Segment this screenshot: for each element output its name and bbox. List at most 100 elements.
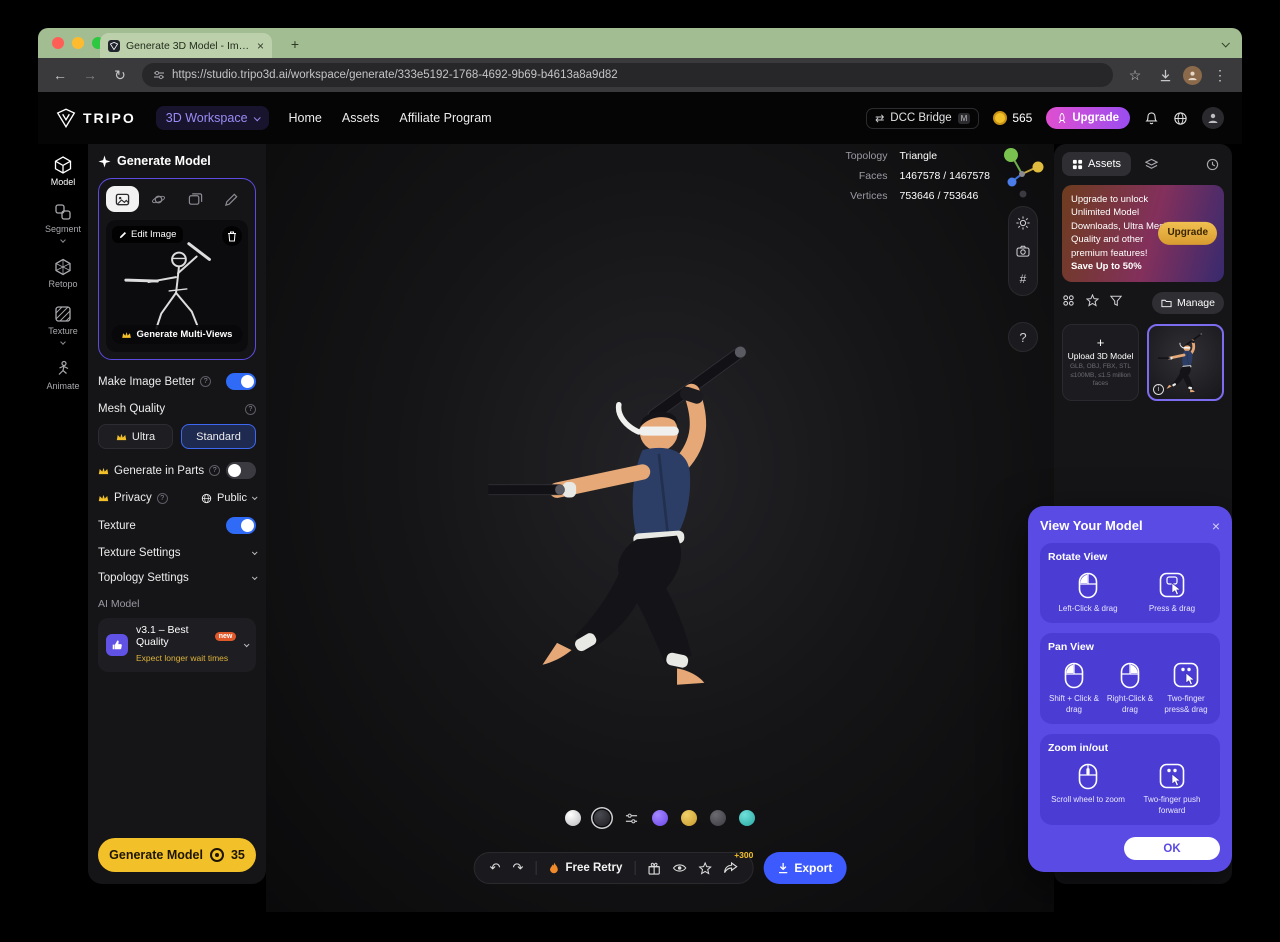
divider bbox=[535, 861, 536, 875]
tab-favicon-icon bbox=[108, 40, 120, 52]
grid-toggle-button[interactable]: # bbox=[1020, 272, 1027, 286]
input-image-preview[interactable]: Edit Image Generate Multi-Views bbox=[106, 220, 248, 352]
tab-assets-label: Assets bbox=[1088, 158, 1121, 170]
layers-icon bbox=[1145, 158, 1158, 171]
edit-image-button[interactable]: Edit Image bbox=[112, 226, 183, 243]
rail-item-texture[interactable]: Texture bbox=[40, 305, 86, 344]
user-avatar[interactable] bbox=[1202, 107, 1224, 129]
share-button[interactable]: +300 bbox=[723, 862, 737, 875]
nav-home[interactable]: Home bbox=[289, 111, 322, 125]
help-button[interactable]: ? bbox=[1008, 322, 1038, 352]
tab-close-icon[interactable]: × bbox=[257, 40, 264, 52]
topology-settings-row[interactable]: Topology Settings bbox=[98, 572, 256, 584]
downloads-button[interactable] bbox=[1153, 63, 1177, 87]
refresh-button[interactable]: ↻ bbox=[108, 63, 132, 87]
close-icon[interactable]: × bbox=[1212, 519, 1220, 533]
texture-settings-row[interactable]: Texture Settings bbox=[98, 547, 256, 559]
back-button[interactable]: ← bbox=[48, 63, 72, 87]
mode-tab-draw[interactable] bbox=[216, 186, 249, 212]
rail-item-retopo[interactable]: Retopo bbox=[40, 258, 86, 289]
texture-toggle[interactable] bbox=[226, 517, 256, 534]
redo-button[interactable]: ↷ bbox=[513, 860, 524, 876]
upgrade-button[interactable]: Upgrade bbox=[1046, 107, 1130, 129]
orientation-gizmo[interactable] bbox=[996, 144, 1048, 205]
ai-model-select[interactable]: v3.1 – Best Quality new Expect longer wa… bbox=[98, 618, 256, 672]
forward-button[interactable]: → bbox=[78, 63, 102, 87]
mode-tab-image[interactable] bbox=[106, 186, 139, 212]
new-tab-button[interactable]: + bbox=[286, 35, 304, 53]
credits-value: 565 bbox=[1012, 111, 1032, 125]
material-settings-button[interactable] bbox=[623, 810, 639, 826]
tab-assets[interactable]: Assets bbox=[1062, 152, 1131, 176]
mode-tab-multi-image[interactable] bbox=[179, 186, 212, 212]
ok-button[interactable]: OK bbox=[1124, 837, 1220, 860]
screenshot-camera-button[interactable] bbox=[1016, 245, 1030, 257]
multi-image-icon bbox=[188, 192, 203, 207]
tab-layers[interactable] bbox=[1139, 152, 1163, 176]
favorites-filter-button[interactable] bbox=[1086, 294, 1099, 312]
hint-label: Press & drag bbox=[1149, 604, 1195, 614]
quality-standard-button[interactable]: Standard bbox=[181, 424, 256, 449]
quality-ultra-button[interactable]: Ultra bbox=[98, 424, 173, 449]
generate-in-parts-toggle[interactable] bbox=[226, 462, 256, 479]
asset-model-card-selected[interactable]: i bbox=[1147, 324, 1224, 401]
minimize-window-button[interactable] bbox=[72, 37, 84, 49]
rail-item-animate[interactable]: Animate bbox=[40, 360, 86, 391]
environment-settings-button[interactable] bbox=[1016, 216, 1030, 230]
material-teal-sphere[interactable] bbox=[739, 810, 755, 826]
mouse-shift-click-icon bbox=[1064, 660, 1084, 690]
generate-in-parts-row: Generate in Parts ? bbox=[98, 462, 256, 479]
material-gold-sphere[interactable] bbox=[681, 810, 697, 826]
browser-tabbar: Generate 3D Model - Image a × + bbox=[38, 28, 1242, 58]
tab-search-button[interactable] bbox=[1217, 36, 1232, 51]
rail-item-model[interactable]: Model bbox=[40, 156, 86, 187]
workspace-switcher[interactable]: 3D Workspace bbox=[156, 106, 269, 130]
filter-funnel-button[interactable] bbox=[1110, 294, 1122, 312]
gift-button[interactable] bbox=[647, 862, 660, 875]
model-render[interactable] bbox=[488, 312, 818, 717]
browser-menu-button[interactable]: ⋮ bbox=[1208, 63, 1232, 87]
tripo-logo[interactable]: TRIPO bbox=[56, 108, 136, 128]
make-image-better-toggle[interactable] bbox=[226, 373, 256, 390]
generate-model-button[interactable]: Generate Model 35 bbox=[98, 838, 256, 872]
undo-button[interactable]: ↶ bbox=[490, 860, 501, 876]
view-grid-button[interactable] bbox=[1062, 294, 1075, 312]
info-icon[interactable]: i bbox=[1153, 384, 1164, 395]
delete-image-button[interactable] bbox=[222, 226, 242, 246]
manage-button[interactable]: Manage bbox=[1152, 292, 1224, 314]
chevron-down-icon bbox=[252, 549, 258, 555]
browser-profile-avatar[interactable] bbox=[1183, 66, 1202, 85]
crown-icon bbox=[122, 331, 132, 339]
generate-cost: 35 bbox=[231, 848, 245, 862]
privacy-select[interactable]: Public bbox=[201, 492, 256, 504]
material-dark-sphere-selected[interactable] bbox=[594, 810, 610, 826]
dcc-bridge-button[interactable]: ⇄ DCC Bridge M bbox=[866, 108, 979, 129]
coin-icon bbox=[210, 848, 224, 862]
nav-assets[interactable]: Assets bbox=[342, 111, 380, 125]
notifications-bell-icon[interactable] bbox=[1144, 111, 1159, 126]
generate-multiviews-button[interactable]: Generate Multi-Views bbox=[112, 325, 243, 344]
viewport-3d[interactable]: Topology Triangle Faces 1467578 / 146757… bbox=[266, 144, 1054, 912]
credits-balance[interactable]: 565 bbox=[993, 111, 1032, 125]
mesh-stats: Topology Triangle Faces 1467578 / 146757… bbox=[845, 150, 990, 202]
tab-history[interactable] bbox=[1200, 152, 1224, 176]
address-bar[interactable]: https://studio.tripo3d.ai/workspace/gene… bbox=[142, 63, 1113, 87]
material-purple-sphere[interactable] bbox=[652, 810, 668, 826]
history-clock-icon bbox=[1206, 158, 1219, 171]
language-globe-icon[interactable] bbox=[1173, 111, 1188, 126]
material-white-sphere[interactable] bbox=[565, 810, 581, 826]
favorite-star-button[interactable] bbox=[698, 862, 711, 875]
rail-item-segment[interactable]: Segment bbox=[40, 203, 86, 242]
export-button[interactable]: Export bbox=[763, 852, 846, 884]
browser-tab[interactable]: Generate 3D Model - Image a × bbox=[100, 33, 272, 58]
banner-upgrade-button[interactable]: Upgrade bbox=[1158, 222, 1217, 244]
material-gray-sphere[interactable] bbox=[710, 810, 726, 826]
mode-tab-orbit[interactable] bbox=[143, 186, 176, 212]
free-retry-button[interactable]: Free Retry bbox=[548, 862, 622, 875]
preview-eye-button[interactable] bbox=[672, 863, 686, 873]
bookmark-star-icon[interactable]: ☆ bbox=[1123, 63, 1147, 87]
close-window-button[interactable] bbox=[52, 37, 64, 49]
upload-3d-model-card[interactable]: + Upload 3D Model GLB, OBJ, FBX, STL ≤10… bbox=[1062, 324, 1139, 401]
nav-affiliate-program[interactable]: Affiliate Program bbox=[399, 111, 491, 125]
stat-label: Faces bbox=[845, 170, 887, 182]
